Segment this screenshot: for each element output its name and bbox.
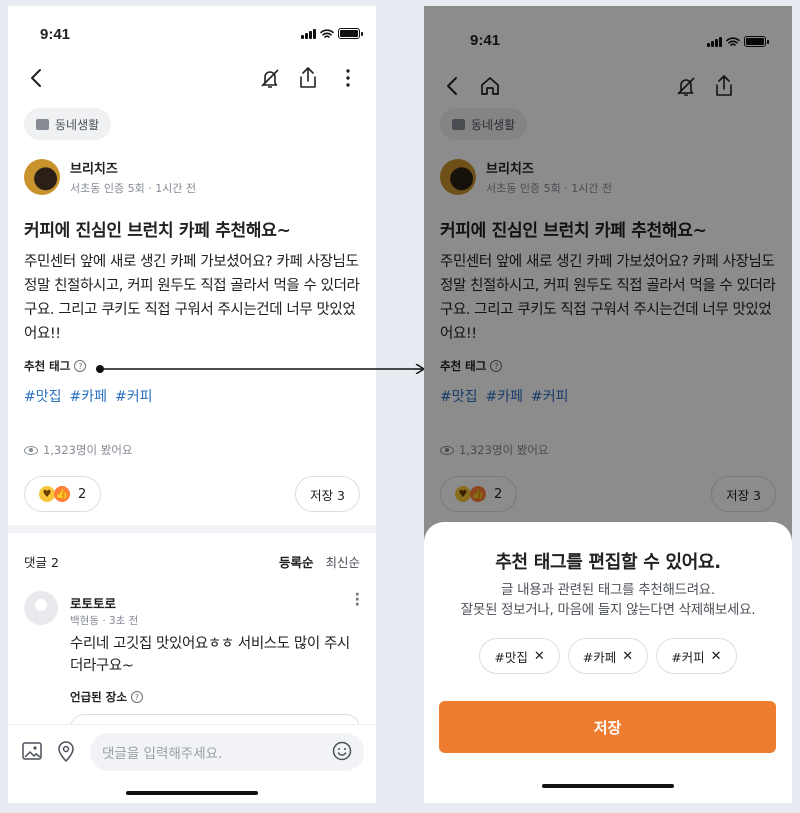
post-detail-with-sheet-screen: 9:41 동네생활 브리치즈 서초동 인증 5회 · 1시간 전 커피에 진심인… [424,6,792,803]
image-icon[interactable] [20,739,44,763]
reaction-count: 2 [78,486,87,502]
home-indicator [126,791,258,795]
comment-more-icon[interactable]: · · · [355,588,360,612]
wifi-icon [320,28,334,38]
comment-meta: 백현동 · 3초 전 [70,615,139,627]
tag-chip[interactable]: #맛집 ✕ [479,638,560,674]
view-count: 1,323명이 봤어요 [24,442,132,458]
remove-tag-icon[interactable]: ✕ [622,649,633,664]
tag-chip-label: #커피 [671,649,705,665]
comment-count: 댓글 2 [24,555,59,570]
hashtag[interactable]: #커피 [115,386,153,406]
comment-input[interactable]: 댓글을 입력해주세요. [90,733,364,771]
sort-newest[interactable]: 최신순 [325,552,360,571]
author-meta: 서초동 인증 5회 · 1시간 전 [70,182,197,195]
tag-chip-label: #카페 [582,649,617,665]
hashtag-list: #맛집 #카페 #커피 [24,386,153,406]
section-divider [8,525,376,533]
help-icon[interactable]: ? [130,691,143,703]
mentioned-place-label: 언급된 장소 ? [70,689,143,705]
tag-chip[interactable]: #커피 ✕ [656,638,737,674]
comment-text: 수리네 고깃집 맛있어요ㅎㅎ 서비스도 많이 주시더라구요~ [70,636,350,674]
recommend-tag-text: 추천 태그 [24,359,71,373]
more-icon[interactable] [336,66,360,90]
board-icon [36,118,49,130]
status-time: 9:41 [40,26,71,43]
annotation-arrow [96,364,426,374]
sheet-desc-line-2: 잘못된 정보거나, 마음에 들지 않는다면 삭제해보세요. [460,602,756,618]
heart-eyes-emoji-icon: ♥ [39,486,55,502]
remove-tag-icon[interactable]: ✕ [711,649,722,664]
hashtag[interactable]: #카페 [70,386,108,406]
eye-icon [24,445,38,455]
mentioned-place-text: 언급된 장소 [70,690,127,704]
sheet-description: 글 내용과 관련된 태그를 추천해드려요. 잘못된 정보거나, 마음에 들지 않… [424,580,792,620]
comment-header: 댓글 2 등록순 최신순 [24,552,360,571]
save-button[interactable]: 저장 [439,701,776,753]
reaction-button[interactable]: ♥ 👍 2 [24,476,102,512]
tag-chip-list: #맛집 ✕ #카페 ✕ #커피 ✕ [424,638,792,674]
back-icon[interactable] [24,66,48,90]
status-icons [301,28,363,39]
post-title: 커피에 진심인 브런치 카페 추천해요~ [24,221,291,241]
recommend-tag-label: 추천 태그 ? [24,358,87,374]
tag-chip[interactable]: #카페 ✕ [567,638,649,674]
tag-chip-label: #맛집 [494,649,528,665]
tag-edit-bottom-sheet: 추천 태그를 편집할 수 있어요. 글 내용과 관련된 태그를 추천해드려요. … [424,522,792,803]
commenter-name: 로토토로 [70,596,117,611]
comment-input-bar: 댓글을 입력해주세요. [8,724,376,803]
status-bar: 9:41 [8,16,376,50]
view-count-text: 1,323명이 봤어요 [43,443,133,457]
comment-sort: 등록순 최신순 [279,552,360,571]
sheet-title: 추천 태그를 편집할 수 있어요. [495,552,721,573]
save-post-button[interactable]: 저장 3 [295,476,360,512]
home-indicator [542,784,674,788]
author-name: 브리치즈 [70,162,118,177]
author-info[interactable]: 브리치즈 서초동 인증 5회 · 1시간 전 [24,157,196,197]
remove-tag-icon[interactable]: ✕ [534,649,545,664]
post-detail-screen: 9:41 동네생활 브리치즈 서초동 인증 5회 · 1시간 전 커피에 진심인… [8,6,376,803]
battery-icon [338,28,363,39]
post-body: 주민센터 앞에 새로 생긴 카페 가보셨어요? 카페 사장님도 정말 친절하시고… [24,254,360,342]
signal-icon [301,28,316,39]
category-label: 동네생활 [55,117,100,132]
hashtag[interactable]: #맛집 [24,386,62,406]
emoji-icon[interactable] [332,741,352,761]
category-chip[interactable]: 동네생활 [24,108,112,140]
bell-off-icon[interactable] [258,66,282,90]
sort-oldest[interactable]: 등록순 [279,552,314,571]
commenter-avatar[interactable] [24,591,58,625]
comment-placeholder: 댓글을 입력해주세요. [102,746,223,762]
thumbs-up-emoji-icon: 👍 [54,486,70,502]
location-pin-icon[interactable] [54,739,78,763]
help-icon[interactable]: ? [74,360,87,372]
share-icon[interactable] [296,66,320,90]
sheet-desc-line-1: 글 내용과 관련된 태그를 추천해드려요. [501,582,715,598]
nav-bar [8,62,376,94]
avatar[interactable] [24,159,60,195]
